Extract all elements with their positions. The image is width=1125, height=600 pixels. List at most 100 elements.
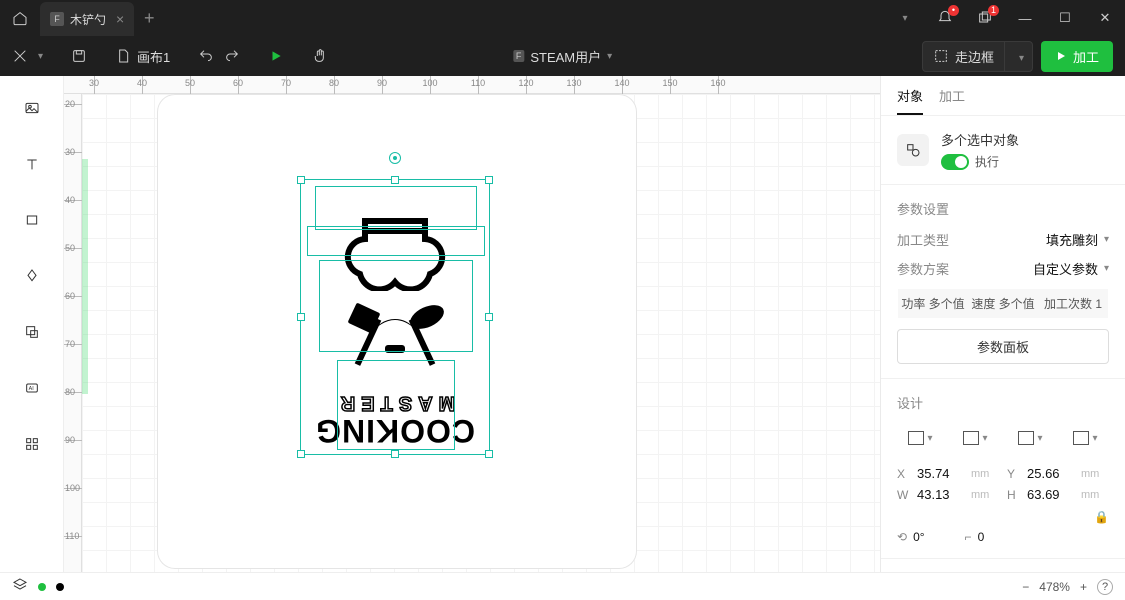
- layers-button[interactable]: [12, 577, 28, 596]
- hand-icon: [312, 48, 328, 64]
- h-label: H: [1007, 488, 1019, 502]
- execute-toggle[interactable]: [941, 154, 969, 170]
- handle-bm[interactable]: [391, 450, 399, 458]
- rect-icon: [24, 212, 40, 228]
- y-label: Y: [1007, 467, 1019, 481]
- status-dot-green: [38, 583, 46, 591]
- design-heading: 设计: [897, 393, 1109, 412]
- status-dot-black: [56, 583, 64, 591]
- device-label: STEAM用户: [530, 47, 601, 66]
- home-icon: [12, 10, 28, 26]
- align-center-button[interactable]: ▾: [1007, 424, 1054, 452]
- handle-br[interactable]: [485, 450, 493, 458]
- handle-bl[interactable]: [297, 450, 305, 458]
- notification-badge: •: [948, 5, 959, 16]
- apps-tool[interactable]: [18, 430, 46, 458]
- handle-ml[interactable]: [297, 313, 305, 321]
- notification-button[interactable]: •: [925, 0, 965, 36]
- process-label: 加工: [1073, 47, 1099, 66]
- right-panel: 对象 加工 多个选中对象 执行 参数设置 加工类型 填充雕刻▾ 参数方案 自定义…: [880, 76, 1125, 572]
- close-window-button[interactable]: ✕: [1085, 0, 1125, 36]
- selection-box[interactable]: [300, 179, 490, 455]
- pen-tool[interactable]: [18, 262, 46, 290]
- frame-label: 走边框: [955, 47, 994, 66]
- page-icon: [115, 48, 131, 64]
- align-distribute-button[interactable]: ▾: [897, 424, 944, 452]
- param-scheme-select[interactable]: 自定义参数▾: [1033, 259, 1109, 278]
- canvas-area[interactable]: COOKING MASTER: [82, 94, 880, 572]
- frame-dropdown[interactable]: ▾: [1011, 44, 1032, 69]
- logo-icon-button[interactable]: [12, 48, 28, 64]
- w-label: W: [897, 488, 909, 502]
- doc-icon: F: [50, 12, 64, 26]
- x-input[interactable]: [917, 466, 963, 481]
- process-type-label: 加工类型: [897, 230, 949, 249]
- w-input[interactable]: [917, 487, 963, 502]
- redo-button[interactable]: [224, 48, 240, 64]
- y-input[interactable]: [1027, 466, 1073, 481]
- new-tab-button[interactable]: +: [134, 8, 164, 29]
- text-icon: [24, 156, 40, 172]
- ruler-horizontal: 30405060708090100110120130140150160: [64, 76, 880, 94]
- param-summary: 功率 多个值 速度 多个值 加工次数 1: [897, 288, 1109, 319]
- handle-tm[interactable]: [391, 176, 399, 184]
- inner-selection: [319, 260, 473, 352]
- text-tool[interactable]: [18, 150, 46, 178]
- svg-text:AI: AI: [28, 386, 33, 392]
- chevron-down-icon: ▾: [607, 51, 612, 62]
- canvas-label: 画布1: [137, 47, 170, 66]
- handle-tl[interactable]: [297, 176, 305, 184]
- tab-object[interactable]: 对象: [897, 86, 923, 115]
- shape-tool[interactable]: [18, 206, 46, 234]
- play-icon: [269, 49, 283, 63]
- maximize-button[interactable]: ☐: [1045, 0, 1085, 36]
- handle-tr[interactable]: [485, 176, 493, 184]
- tab-close-button[interactable]: ×: [116, 11, 124, 27]
- undo-button[interactable]: [198, 48, 214, 64]
- pan-button[interactable]: [312, 48, 328, 64]
- handle-mr[interactable]: [485, 313, 493, 321]
- home-button[interactable]: [0, 0, 40, 36]
- device-selector[interactable]: F STEAM用户 ▾: [513, 47, 612, 66]
- pen-icon: [24, 268, 40, 284]
- dropdown-button[interactable]: ▾: [885, 0, 925, 36]
- save-icon: [71, 48, 87, 64]
- multi-select-label: 多个选中对象: [941, 130, 1109, 149]
- ai-tool[interactable]: AI: [18, 374, 46, 402]
- minimize-button[interactable]: —: [1005, 0, 1045, 36]
- image-tool[interactable]: [18, 94, 46, 122]
- save-button[interactable]: [71, 48, 87, 64]
- process-type-select[interactable]: 填充雕刻▾: [1046, 230, 1109, 249]
- flip-button[interactable]: ▾: [1062, 424, 1109, 452]
- zoom-out-button[interactable]: −: [1022, 580, 1029, 594]
- help-button[interactable]: ?: [1097, 579, 1113, 595]
- canvas-selector[interactable]: 画布1: [115, 47, 170, 66]
- multi-select-icon: [897, 134, 929, 166]
- device-icon: F: [513, 50, 525, 62]
- inner-selection: [307, 226, 485, 256]
- redo-icon: [224, 48, 240, 64]
- play-button[interactable]: [268, 48, 284, 64]
- inner-selection: [315, 186, 477, 230]
- main-toolbar: ▾ 画布1 F STEAM用户 ▾ 走边框 ▾ 加工: [0, 36, 1125, 76]
- tab-process[interactable]: 加工: [939, 86, 965, 115]
- multi-window-button[interactable]: 1: [965, 0, 1005, 36]
- logo-dropdown[interactable]: ▾: [38, 51, 43, 62]
- process-button[interactable]: 加工: [1041, 41, 1113, 72]
- zoom-in-button[interactable]: +: [1080, 580, 1087, 594]
- boolean-icon: [24, 324, 40, 340]
- x-label: X: [897, 467, 909, 481]
- lock-aspect-button[interactable]: 🔒: [1094, 510, 1109, 524]
- rotation-field[interactable]: ⟲ 0°: [897, 530, 925, 544]
- ai-icon: AI: [24, 380, 40, 396]
- h-input[interactable]: [1027, 487, 1073, 502]
- corner-field[interactable]: ⌐ 0: [965, 530, 985, 544]
- align-left-button[interactable]: ▾: [952, 424, 999, 452]
- rotation-handle[interactable]: [389, 152, 401, 164]
- document-tab[interactable]: F 木铲勺 ×: [40, 2, 134, 36]
- param-scheme-label: 参数方案: [897, 259, 949, 278]
- grid-icon: [24, 436, 40, 452]
- frame-button[interactable]: 走边框 ▾: [922, 41, 1033, 72]
- param-panel-button[interactable]: 参数面板: [897, 329, 1109, 364]
- boolean-tool[interactable]: [18, 318, 46, 346]
